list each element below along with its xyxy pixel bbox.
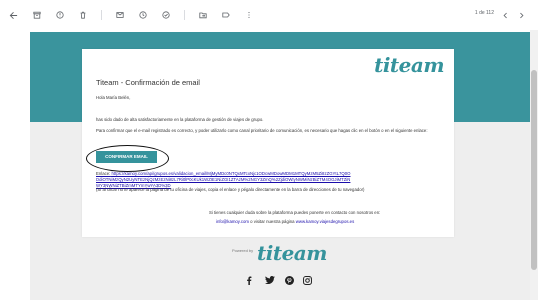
contact-middle-text: o visitar nuestra página: [248, 219, 296, 224]
chevron-left-icon[interactable]: [498, 8, 512, 22]
titeam-logo: titeam: [374, 53, 444, 77]
powered-by-label: Powered by: [232, 248, 254, 253]
toolbar-divider: [184, 10, 185, 20]
pinterest-icon[interactable]: [284, 275, 294, 285]
instagram-icon[interactable]: [302, 275, 312, 285]
link-lead-label: Enlace:: [96, 171, 111, 176]
toolbar-divider: [101, 10, 102, 20]
arrow-back-icon[interactable]: [6, 8, 20, 22]
contact-links-line: info@kamoy.com o visitar nuestra página …: [216, 219, 354, 224]
email-toolbar: 1 de 112: [0, 0, 538, 30]
scrollbar-thumb[interactable]: [531, 70, 537, 270]
email-card: titeam Titeam - Confirmación de email Ho…: [82, 49, 454, 237]
archive-icon[interactable]: [30, 8, 44, 22]
facebook-icon[interactable]: [244, 275, 254, 285]
confirmation-link[interactable]: https://kamoy.com/api/grupos.es/validaci…: [96, 171, 350, 188]
instructions-paragraph: Para confirmar que el e-mail registrado …: [96, 128, 428, 133]
chevron-right-icon[interactable]: [514, 8, 528, 22]
delete-icon[interactable]: [76, 8, 90, 22]
help-note: (Si al clicar no te aparece la página de…: [96, 187, 365, 192]
contact-text: Si tienes cualquier duda sobre la plataf…: [209, 210, 381, 215]
greeting: Hola María Belén,: [96, 95, 131, 100]
footer-titeam-logo: titeam: [257, 241, 327, 265]
contact-email-link[interactable]: info@kamoy.com: [216, 219, 249, 224]
welcome-paragraph: has sido dado de alta satisfactoriamente…: [96, 117, 264, 122]
pagination-count: 1 de 112: [474, 10, 494, 16]
report-spam-icon[interactable]: [53, 8, 67, 22]
confirm-email-button[interactable]: CONFIRMAR EMAIL: [96, 151, 157, 163]
move-to-icon[interactable]: [196, 8, 210, 22]
add-to-tasks-icon[interactable]: [159, 8, 173, 22]
label-icon[interactable]: [219, 8, 233, 22]
twitter-icon[interactable]: [265, 275, 275, 285]
snooze-icon[interactable]: [136, 8, 150, 22]
scrollbar[interactable]: [530, 30, 538, 300]
email-title: Titeam - Confirmación de email: [96, 78, 200, 87]
website-link[interactable]: www.kamoy.viajesdegrupos.es: [296, 219, 354, 224]
mark-unread-icon[interactable]: [113, 8, 127, 22]
more-icon[interactable]: [242, 8, 256, 22]
